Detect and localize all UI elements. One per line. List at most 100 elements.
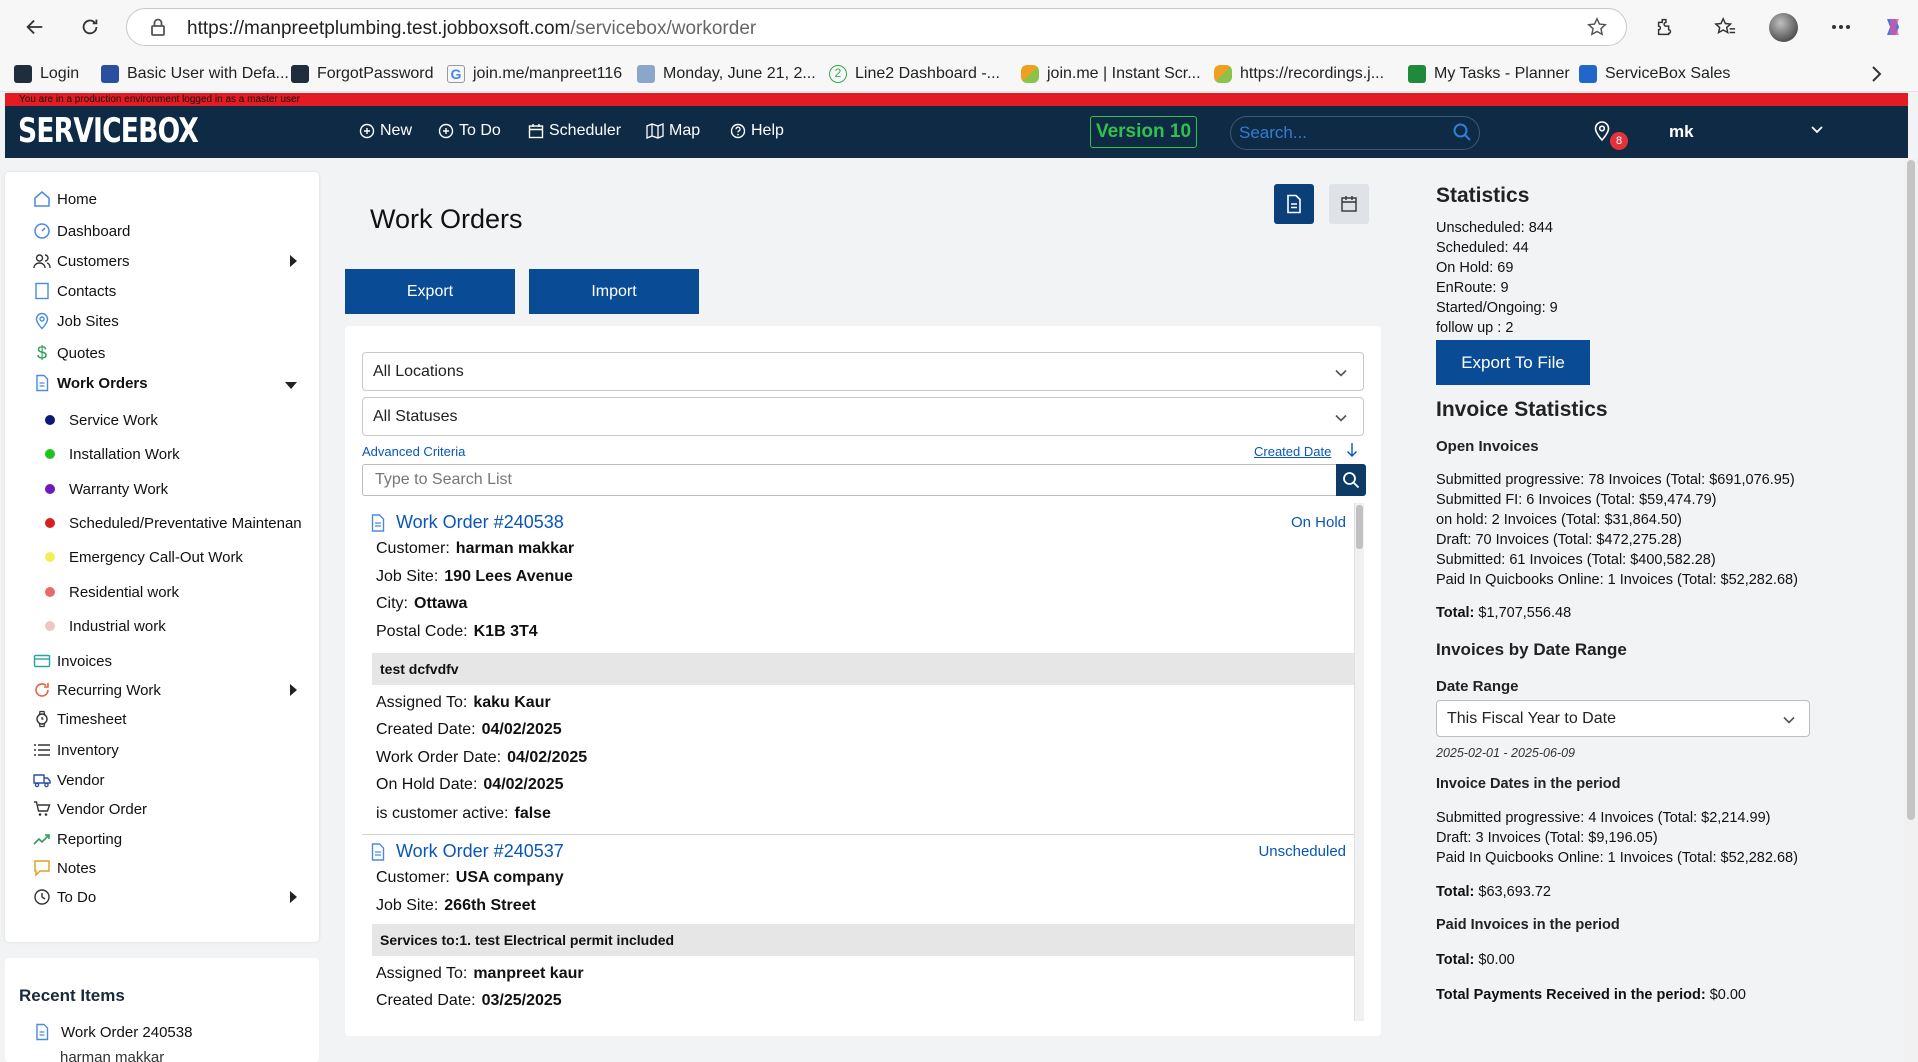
reload-icon[interactable] (75, 12, 105, 42)
caret-right-icon[interactable] (289, 891, 297, 903)
work-order-title-link[interactable]: Work Order #240538 (370, 512, 564, 533)
work-order-title-link[interactable]: Work Order #240537 (370, 841, 564, 862)
sidebar-item-todo[interactable]: To Do (33, 885, 313, 909)
sidebar-sub-industrial-work[interactable]: Industrial work (45, 615, 315, 637)
recent-item-link[interactable]: Work Order 240538 (33, 1023, 192, 1041)
total-value: $63,693.72 (1478, 884, 1551, 900)
calendar-view-button[interactable] (1329, 184, 1369, 224)
arrow-down-icon[interactable] (1346, 442, 1358, 463)
sidebar-item-work-orders[interactable]: Work Orders (33, 371, 313, 395)
list-scrollbar[interactable] (1354, 503, 1364, 1021)
status-filter-select[interactable]: All Statuses (362, 397, 1364, 436)
export-to-file-button[interactable]: Export To File (1436, 340, 1590, 385)
import-button[interactable]: Import (529, 269, 699, 314)
list-search-button[interactable] (1336, 464, 1366, 496)
servicebox-icon (1579, 65, 1597, 83)
sidebar-item-invoices[interactable]: Invoices (33, 649, 112, 673)
more-menu-icon[interactable] (1826, 12, 1856, 42)
bookmark-forgot-password[interactable]: ForgotPassword (291, 63, 434, 85)
status-dot (45, 449, 55, 459)
sidebar-sub-residential-work[interactable]: Residential work (45, 581, 315, 603)
lock-icon[interactable] (149, 17, 167, 42)
postal-code-row: Postal Code: K1B 3T4 (376, 623, 538, 641)
location-filter-select[interactable]: All Locations (362, 352, 1364, 391)
bookmark-line2[interactable]: 2 Line2 Dashboard -... (829, 63, 1000, 85)
work-order-card[interactable]: Work Order #240537 Unscheduled Customer:… (362, 835, 1354, 1024)
sidebar-item-vendor[interactable]: Vendor (33, 768, 105, 792)
sidebar-item-dashboard[interactable]: Dashboard (33, 219, 130, 243)
nav-help-label: Help (751, 122, 784, 139)
nav-todo[interactable]: To Do (438, 122, 501, 140)
global-search-input[interactable] (1230, 116, 1480, 150)
search-icon[interactable] (1452, 122, 1472, 147)
sidebar-sub-warranty-work[interactable]: Warranty Work (45, 478, 315, 500)
sidebar-item-customers[interactable]: Customers (33, 249, 313, 273)
bookmark-label: Monday, June 21, 2... (663, 65, 816, 82)
servicebox-logo[interactable]: SERVICEBOX (18, 111, 199, 151)
sidebar-item-timesheet[interactable]: Timesheet (33, 707, 126, 731)
list-search-input[interactable] (362, 464, 1340, 496)
user-name[interactable]: mk (1669, 122, 1694, 142)
advanced-criteria-link[interactable]: Advanced Criteria (362, 444, 465, 459)
list-view-button[interactable] (1274, 184, 1314, 224)
caret-right-icon[interactable] (289, 255, 297, 267)
bookmark-joinme-manpreet[interactable]: Gjoin.me/manpreet116 (447, 63, 622, 85)
bookmark-label: Basic User with Defa... (127, 65, 289, 82)
sidebar-item-notes[interactable]: Notes (33, 856, 96, 880)
sidebar-sub-emergency-callout[interactable]: Emergency Call-Out Work (45, 546, 315, 568)
address-bar[interactable]: https://manpreetplumbing.test.jobboxsoft… (126, 8, 1627, 46)
work-order-card[interactable]: Work Order #240538 On Hold Customer: harm… (362, 504, 1354, 834)
sidebar-item-label: Inventory (57, 741, 119, 759)
chevron-down-icon (1783, 716, 1795, 724)
nav-scheduler[interactable]: Scheduler (528, 122, 621, 140)
page-scroll-thumb[interactable] (1907, 160, 1915, 820)
shield-icon (101, 65, 119, 83)
open-invoice-line: Paid In Quicbooks Online: 1 Invoices (To… (1436, 572, 1798, 588)
sidebar-item-home[interactable]: Home (33, 187, 97, 211)
list-scroll-thumb[interactable] (1356, 505, 1363, 549)
back-icon[interactable] (20, 12, 50, 42)
sidebar-item-inventory[interactable]: Inventory (33, 738, 119, 762)
map-icon (646, 123, 664, 139)
watch-icon (36, 710, 48, 728)
job-site-row: Job Site: 190 Lees Avenue (376, 568, 573, 586)
sidebar-item-contacts[interactable]: Contacts (33, 279, 116, 303)
bookmark-monday[interactable]: Monday, June 21, 2... (637, 63, 816, 85)
page-scrollbar[interactable] (1904, 158, 1918, 1062)
export-button[interactable]: Export (345, 269, 515, 314)
bookmark-my-tasks[interactable]: My Tasks - Planner (1408, 63, 1570, 85)
sub-item-label: Service Work (69, 411, 158, 429)
extensions-icon[interactable] (1650, 12, 1680, 42)
sidebar-item-reporting[interactable]: Reporting (33, 827, 122, 851)
paid-invoices-title: Paid Invoices in the period (1436, 917, 1620, 933)
sidebar-item-recurring-work[interactable]: Recurring Work (33, 678, 313, 702)
field-label: Work Order Date: (376, 749, 502, 766)
location-pin-icon[interactable] (1592, 120, 1612, 147)
nav-help[interactable]: Help (730, 122, 784, 140)
sort-by-created-date-link[interactable]: Created Date (1254, 444, 1331, 459)
profile-avatar[interactable] (1769, 13, 1798, 42)
favorites-icon[interactable] (1710, 12, 1740, 42)
date-range-select[interactable]: This Fiscal Year to Date (1436, 700, 1810, 737)
sidebar-sub-scheduled-maintenance[interactable]: Scheduled/Preventative Maintenan (45, 512, 315, 534)
bookmark-recordings[interactable]: https://recordings.j... (1214, 63, 1384, 85)
field-label: City: (376, 595, 408, 612)
sidebar-sub-service-work[interactable]: Service Work (45, 409, 315, 431)
nav-new[interactable]: New (359, 122, 412, 140)
bookmark-joinme-instant[interactable]: join.me | Instant Scr... (1021, 63, 1201, 85)
sidebar-item-quotes[interactable]: $ Quotes (33, 341, 105, 365)
bookmarks-overflow-chevron-icon[interactable] (1870, 63, 1882, 85)
copilot-icon[interactable] (1878, 12, 1908, 42)
caret-down-icon[interactable] (285, 381, 297, 389)
caret-right-icon[interactable] (289, 684, 297, 696)
sidebar-item-job-sites[interactable]: Job Sites (33, 309, 119, 333)
sidebar-item-vendor-order[interactable]: Vendor Order (33, 797, 147, 821)
favorite-star-icon[interactable] (1586, 16, 1608, 43)
bookmark-login[interactable]: Login (14, 63, 79, 85)
status-dot (45, 484, 55, 494)
sidebar-sub-installation-work[interactable]: Installation Work (45, 443, 315, 465)
bookmark-servicebox-sales[interactable]: ServiceBox Sales (1579, 63, 1730, 85)
chevron-down-icon[interactable] (1809, 121, 1825, 142)
bookmark-basic-user[interactable]: Basic User with Defa... (101, 63, 289, 85)
nav-map[interactable]: Map (646, 122, 700, 140)
